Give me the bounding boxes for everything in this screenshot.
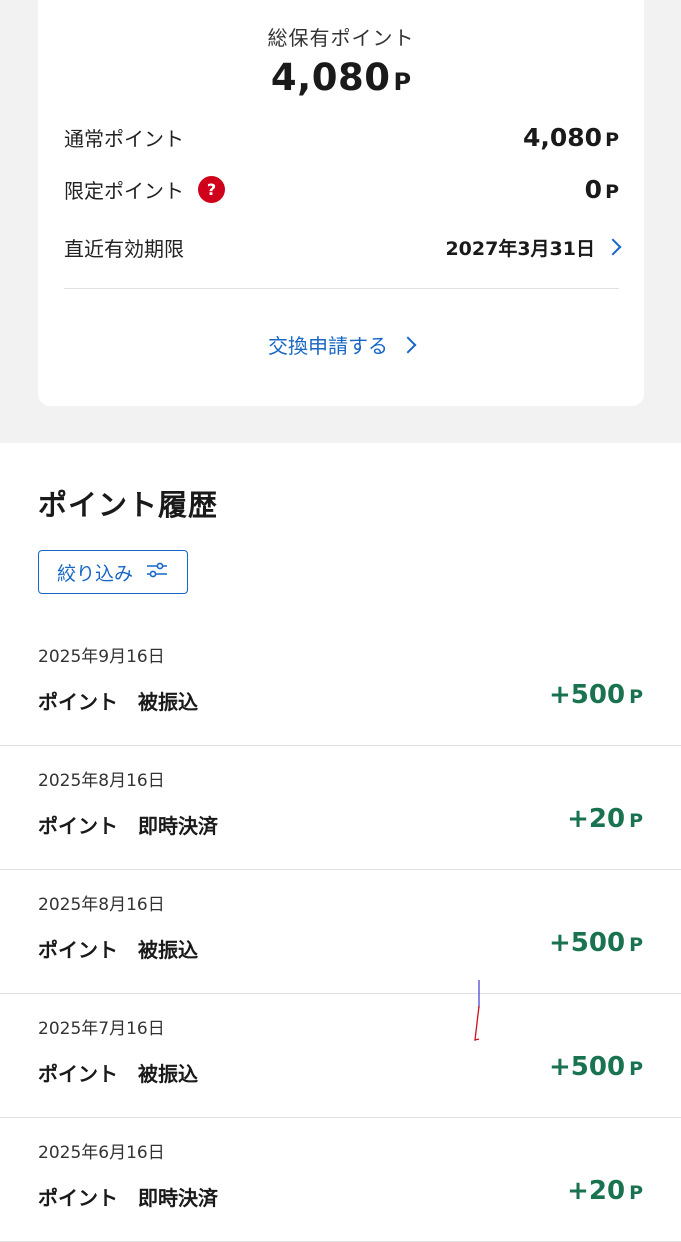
history-item-amount-unit: P [629, 810, 643, 832]
total-points-unit: P [393, 68, 412, 96]
history-item-date: 2025年8月16日 [38, 771, 165, 791]
points-summary-section: 総保有ポイント 4,080 P 通常ポイント 4,080 P 限定ポイント ? 0P… [0, 0, 681, 443]
history-item-amount: +20 P [567, 1176, 643, 1206]
limited-points-value: 0P [585, 175, 619, 204]
expiry-value[interactable]: 2027年3月31日 [445, 234, 622, 261]
filter-label: 絞り込み [56, 562, 133, 585]
total-points-value: 4,080 P [38, 56, 644, 99]
history-item[interactable]: 2025年8月16日 ポイント 被振込 +500 P [0, 870, 681, 994]
history-item[interactable]: 2025年9月16日 ポイント 被振込 +500 P [0, 622, 681, 746]
history-item-amount: +20 P [567, 804, 643, 834]
history-item[interactable]: 2025年8月16日 ポイント 即時決済 +20 P [0, 746, 681, 870]
limited-points-label-group: 限定ポイント ? [64, 175, 225, 204]
history-item-amount-unit: P [629, 934, 643, 956]
total-points-label: 総保有ポイント [267, 26, 415, 50]
pen-annotation-mark [474, 980, 480, 1041]
history-item-amount-number: +500 [549, 680, 626, 710]
history-item-amount-number: +500 [549, 1052, 626, 1082]
divider [64, 288, 619, 289]
expiry-date: 2027年3月31日 [445, 237, 595, 260]
history-item[interactable]: 2025年7月16日 ポイント 被振込 +500 P [0, 994, 681, 1118]
history-item-date: 2025年9月16日 [38, 647, 165, 667]
normal-points-value: 4,080 P [523, 123, 619, 152]
history-item-amount-number: +500 [549, 928, 626, 958]
history-item-date: 2025年7月16日 [38, 1019, 165, 1039]
history-item-description: ポイント 即時決済 [38, 1186, 218, 1210]
history-item-description: ポイント 被振込 [38, 938, 198, 962]
limited-points-number: 0 [584, 174, 603, 204]
history-title: ポイント履歴 [38, 488, 219, 522]
chevron-right-icon [604, 238, 622, 256]
history-item-amount-unit: P [629, 1182, 643, 1204]
history-item-amount-unit: P [629, 1058, 643, 1080]
exchange-request-link[interactable]: 交換申請する [38, 330, 644, 359]
history-item-amount: +500 P [549, 1052, 643, 1082]
filter-sliders-icon [145, 561, 169, 584]
expiry-row[interactable]: 直近有効期限 2027年3月31日 [64, 230, 622, 264]
expiry-label: 直近有効期限 [64, 236, 184, 261]
total-points-number: 4,080 [270, 56, 391, 99]
normal-points-label: 通常ポイント [64, 126, 184, 151]
history-item-description: ポイント 被振込 [38, 690, 198, 714]
limited-points-row: 限定ポイント ? 0P [64, 172, 619, 206]
help-icon[interactable]: ? [198, 175, 225, 203]
history-list: 2025年9月16日 ポイント 被振込 +500 P 2025年8月16日 ポイン… [0, 622, 681, 1242]
history-item-amount: +500 P [549, 680, 643, 710]
history-item-description: ポイント 即時決済 [38, 814, 218, 838]
limited-points-unit: P [605, 180, 619, 203]
history-item-date: 2025年6月16日 [38, 1143, 165, 1163]
history-item-amount-number: +20 [567, 804, 626, 834]
filter-button[interactable]: 絞り込み [38, 550, 188, 594]
history-item-description: ポイント 被振込 [38, 1062, 198, 1086]
exchange-request-label: 交換申請する [268, 334, 388, 358]
normal-points-row: 通常ポイント 4,080 P [64, 120, 619, 154]
history-item-date: 2025年8月16日 [38, 895, 165, 915]
normal-points-unit: P [605, 128, 619, 151]
history-item-amount-unit: P [629, 686, 643, 708]
normal-points-number: 4,080 [522, 122, 603, 152]
chevron-right-icon [399, 336, 417, 353]
history-item-amount: +500 P [549, 928, 643, 958]
limited-points-label: 限定ポイント [64, 178, 184, 203]
points-summary-card: 総保有ポイント 4,080 P 通常ポイント 4,080 P 限定ポイント ? 0P… [38, 0, 644, 406]
history-item[interactable]: 2025年6月16日 ポイント 即時決済 +20 P [0, 1118, 681, 1242]
history-item-amount-number: +20 [567, 1176, 626, 1206]
